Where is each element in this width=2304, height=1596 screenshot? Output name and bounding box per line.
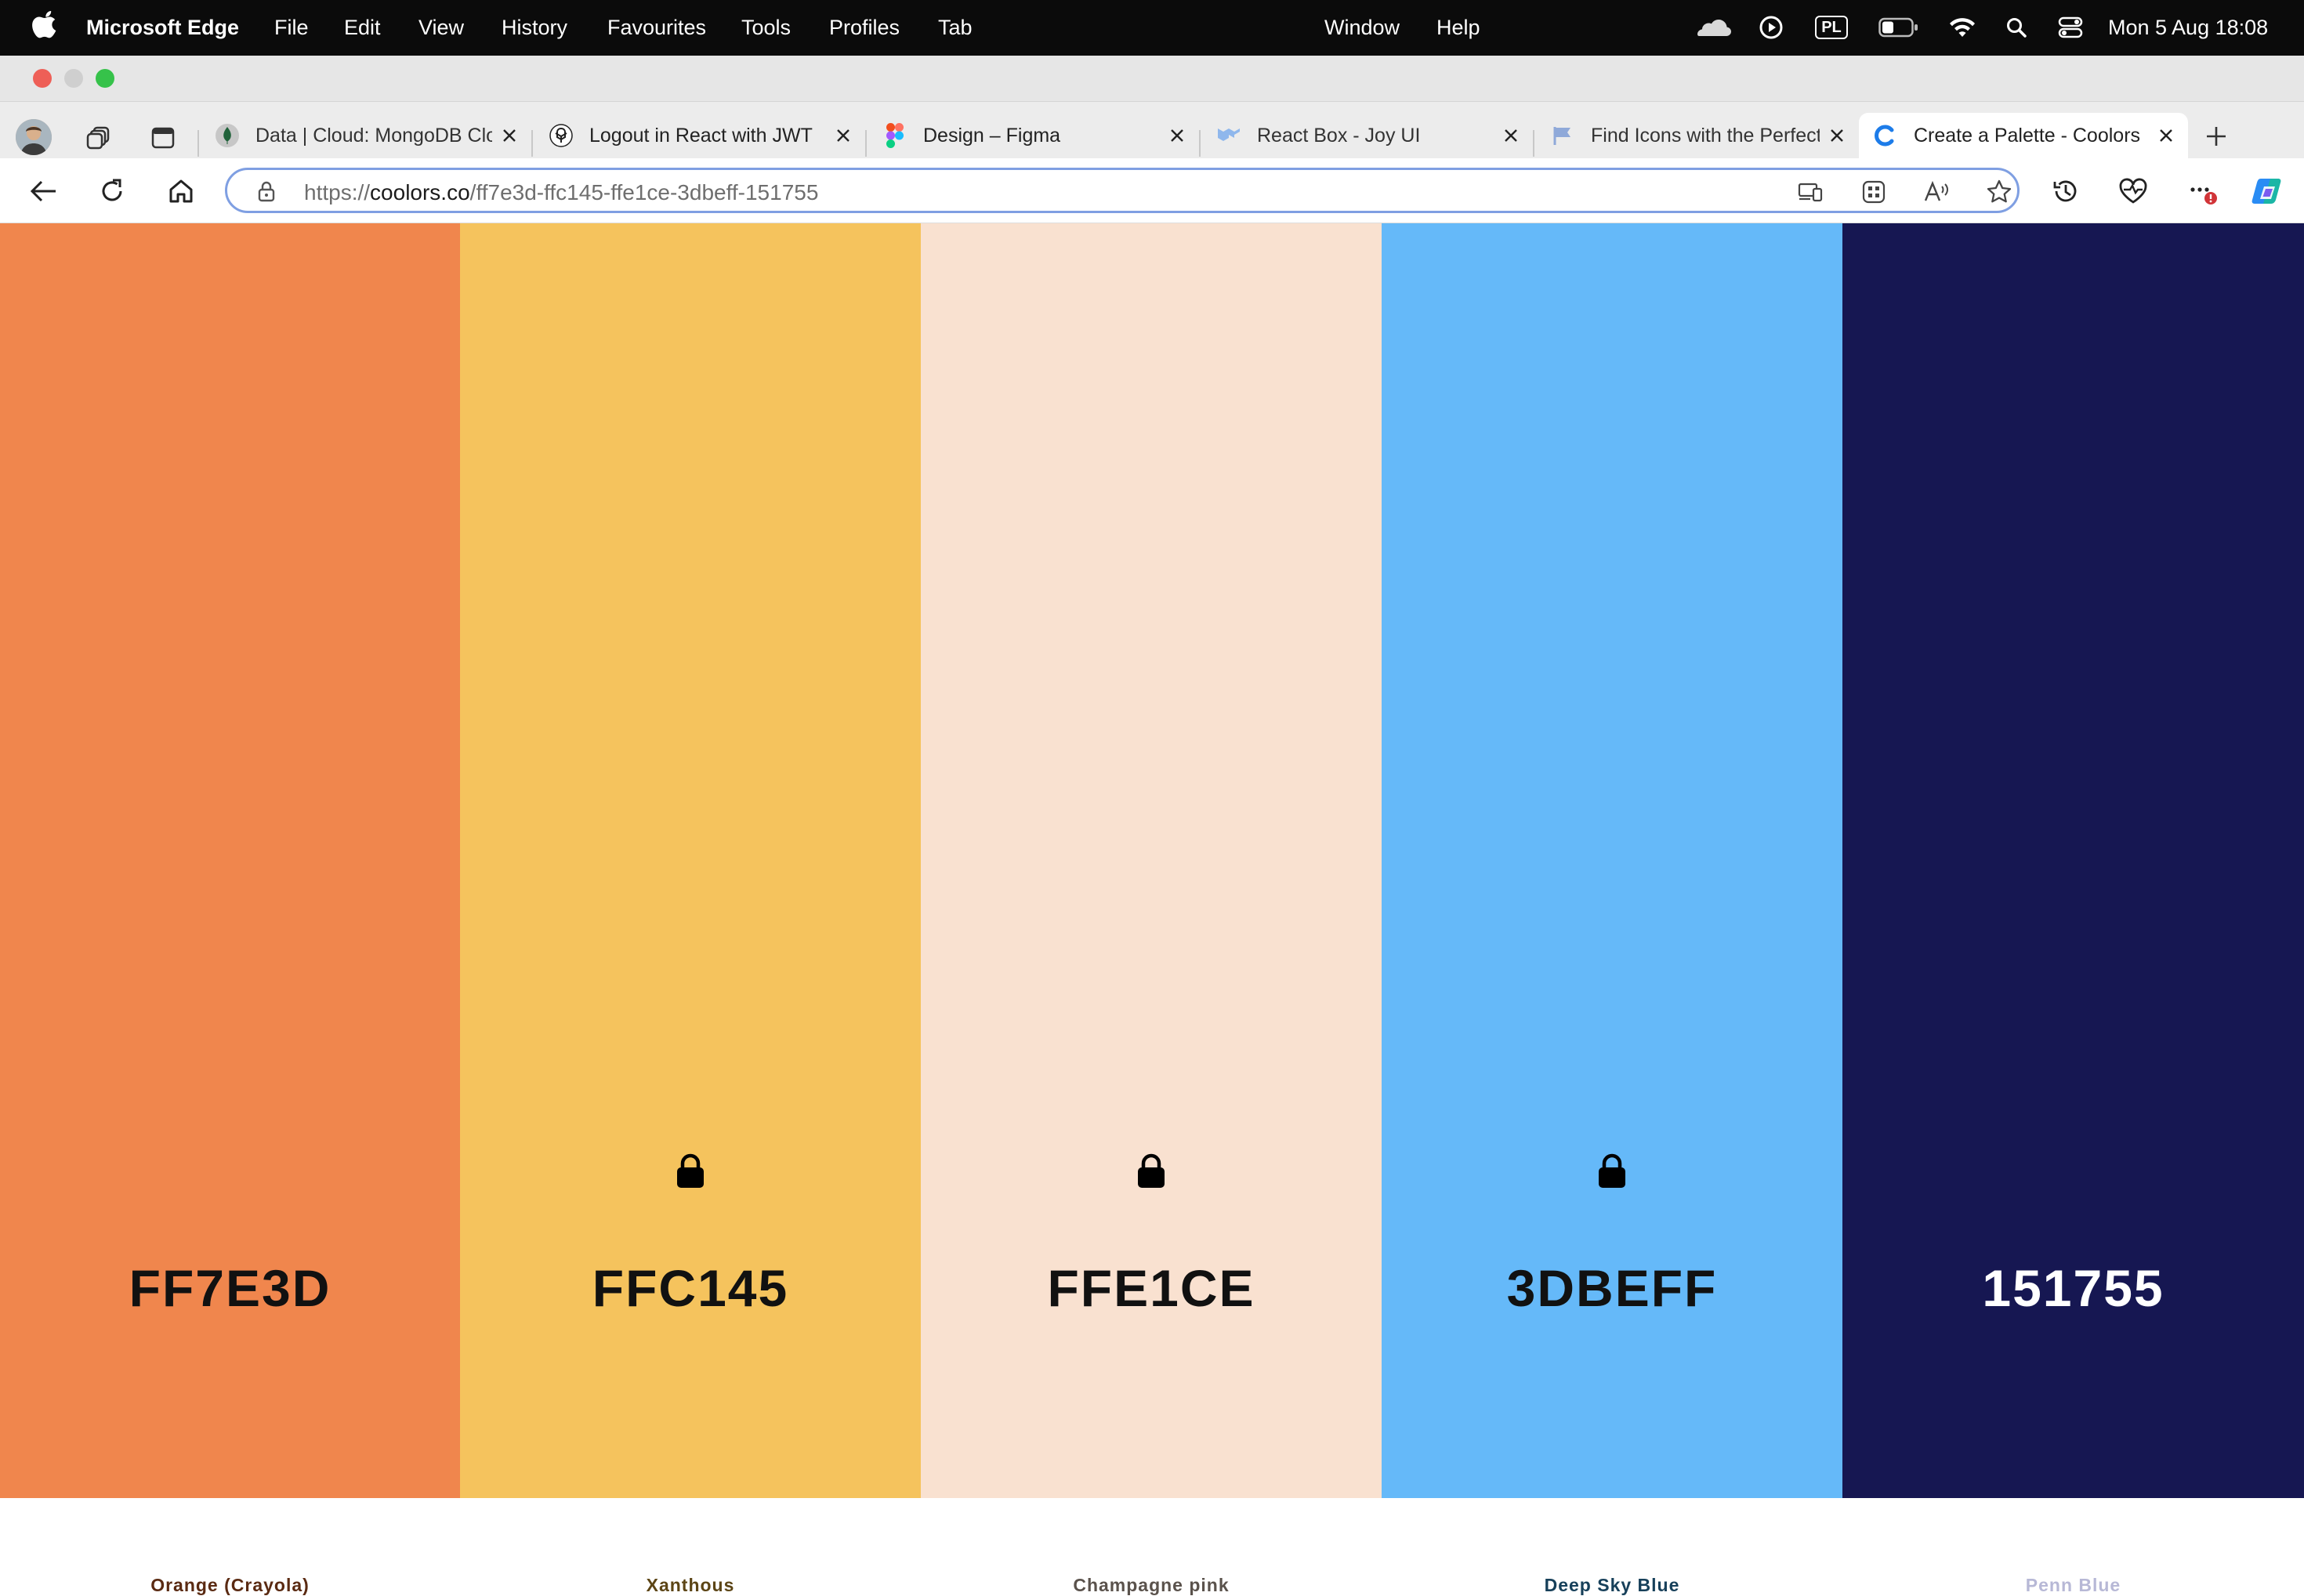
color-swatch-3[interactable]: FFE1CE Champagne pink (921, 223, 1382, 1595)
hex-code[interactable]: FFE1CE (921, 1260, 1382, 1316)
url-scheme: https:// (304, 180, 371, 204)
chatgpt-icon (549, 123, 574, 148)
tab-figma[interactable]: Design – Figma (868, 113, 1199, 158)
menu-history[interactable]: History (502, 15, 567, 40)
color-swatch-5[interactable]: 151755 Penn Blue (1842, 223, 2304, 1595)
tab-find-icons[interactable]: Find Icons with the Perfect Look & Feel (1536, 113, 1859, 158)
tab-title: Data | Cloud: MongoDB Cloud (255, 124, 492, 147)
menu-profiles[interactable]: Profiles (829, 15, 900, 40)
menu-edit[interactable]: Edit (344, 15, 381, 40)
address-bar[interactable]: https://coolors.co/ff7e3d-ffc145-ffe1ce-… (225, 168, 2020, 213)
spotlight-search-icon[interactable] (2002, 11, 2030, 44)
url-text[interactable]: https://coolors.co/ff7e3d-ffc145-ffe1ce-… (304, 180, 818, 205)
mui-icon (1216, 123, 1241, 148)
tab-separator (197, 130, 199, 157)
close-icon[interactable] (832, 125, 854, 147)
tab-title: Design – Figma (923, 124, 1061, 147)
close-icon[interactable] (2155, 125, 2177, 147)
browser-toolbar: https://coolors.co/ff7e3d-ffc145-ffe1ce-… (0, 158, 2304, 223)
tab-separator (531, 130, 533, 157)
menubar-clock[interactable]: Mon 5 Aug 18:08 (2108, 15, 2268, 40)
input-source-indicator[interactable]: PL (1813, 11, 1850, 44)
close-icon[interactable] (1826, 125, 1848, 147)
tab-title: Logout in React with JWT (589, 124, 813, 147)
tab-strip: Data | Cloud: MongoDB Cloud Logout in Re… (0, 102, 2304, 158)
wifi-icon[interactable] (1947, 11, 1978, 44)
tab-chatgpt[interactable]: Logout in React with JWT (534, 113, 865, 158)
menu-help[interactable]: Help (1436, 15, 1480, 40)
control-center-icon[interactable] (2055, 11, 2086, 44)
padlock-icon[interactable] (255, 180, 277, 202)
menu-app-name[interactable]: Microsoft Edge (86, 15, 239, 40)
tab-separator (1533, 130, 1534, 157)
url-path: /ff7e3d-ffc145-ffe1ce-3dbeff-151755 (469, 180, 819, 204)
hex-code[interactable]: 151755 (1842, 1260, 2304, 1316)
workspaces-icon[interactable] (82, 122, 114, 154)
url-host: coolors.co (370, 180, 470, 204)
color-name[interactable]: Xanthous (460, 1574, 921, 1596)
input-source-label: PL (1815, 16, 1848, 39)
profile-avatar[interactable] (16, 119, 52, 155)
coolors-icon (1873, 123, 1898, 148)
color-name[interactable]: Deep Sky Blue (1382, 1574, 1842, 1596)
color-swatch-1[interactable]: FF7E3D Orange (Crayola) (0, 223, 460, 1595)
read-aloud-icon[interactable] (1921, 176, 1952, 208)
menu-window[interactable]: Window (1324, 15, 1400, 40)
close-icon[interactable] (1500, 125, 1522, 147)
tab-separator (1199, 130, 1201, 157)
color-swatch-2[interactable]: FFC145 Xanthous (460, 223, 921, 1595)
home-icon[interactable] (163, 173, 199, 209)
tab-coolors-active[interactable]: Create a Palette - Coolors (1859, 113, 2188, 158)
hex-code[interactable]: 3DBEFF (1382, 1260, 1842, 1316)
tab-actions-icon[interactable] (147, 122, 179, 154)
tab-joy-ui[interactable]: React Box - Joy UI (1202, 113, 1533, 158)
device-cast-icon[interactable] (1795, 176, 1826, 208)
tab-title: Create a Palette - Coolors (1914, 124, 2141, 147)
menu-tab[interactable]: Tab (938, 15, 973, 40)
color-swatch-4[interactable]: 3DBEFF Deep Sky Blue (1382, 223, 1842, 1595)
play-circle-icon[interactable] (1755, 11, 1787, 44)
copilot-icon[interactable] (2249, 173, 2285, 209)
mongodb-leaf-icon (215, 123, 240, 148)
tab-mongodb[interactable]: Data | Cloud: MongoDB Cloud (201, 113, 531, 158)
window-minimize-button[interactable] (64, 69, 83, 88)
more-options-icon[interactable] (2184, 173, 2220, 209)
hex-code[interactable]: FFC145 (460, 1260, 921, 1316)
hex-code[interactable]: FF7E3D (0, 1260, 460, 1316)
color-name[interactable]: Champagne pink (921, 1574, 1382, 1596)
window-close-button[interactable] (33, 69, 52, 88)
window-titlebar (0, 56, 2304, 102)
browser-essentials-heart-icon[interactable] (2115, 173, 2151, 209)
new-tab-plus-icon[interactable] (2201, 121, 2232, 152)
lock-icon[interactable] (1136, 1153, 1167, 1189)
color-name[interactable]: Penn Blue (1842, 1574, 2304, 1596)
lock-icon[interactable] (1596, 1153, 1628, 1189)
back-arrow-icon[interactable] (25, 173, 61, 209)
battery-icon[interactable] (1878, 11, 1920, 44)
favorite-star-icon[interactable] (1983, 176, 2015, 208)
menu-favourites[interactable]: Favourites (607, 15, 706, 40)
refresh-icon[interactable] (94, 173, 130, 209)
tab-title: React Box - Joy UI (1257, 124, 1421, 147)
color-palette: FF7E3D Orange (Crayola) FFC145 Xanthous … (0, 223, 2304, 1595)
menu-tools[interactable]: Tools (741, 15, 791, 40)
apple-logo-icon[interactable] (31, 11, 60, 42)
lock-icon[interactable] (675, 1153, 706, 1189)
window-zoom-button[interactable] (96, 69, 114, 88)
menu-file[interactable]: File (274, 15, 309, 40)
macos-menubar: Microsoft Edge File Edit View History Fa… (0, 0, 2304, 56)
tab-separator (865, 130, 867, 157)
flag-icon (1550, 123, 1575, 148)
color-name[interactable]: Orange (Crayola) (0, 1574, 460, 1596)
tab-title: Find Icons with the Perfect Look & Feel (1591, 124, 1820, 147)
close-icon[interactable] (498, 125, 520, 147)
close-icon[interactable] (1166, 125, 1188, 147)
figma-icon (882, 123, 907, 148)
menu-view[interactable]: View (418, 15, 464, 40)
apps-grid-icon[interactable] (1858, 176, 1889, 208)
history-icon[interactable] (2048, 173, 2084, 209)
onedrive-cloud-icon[interactable] (1696, 11, 1732, 44)
